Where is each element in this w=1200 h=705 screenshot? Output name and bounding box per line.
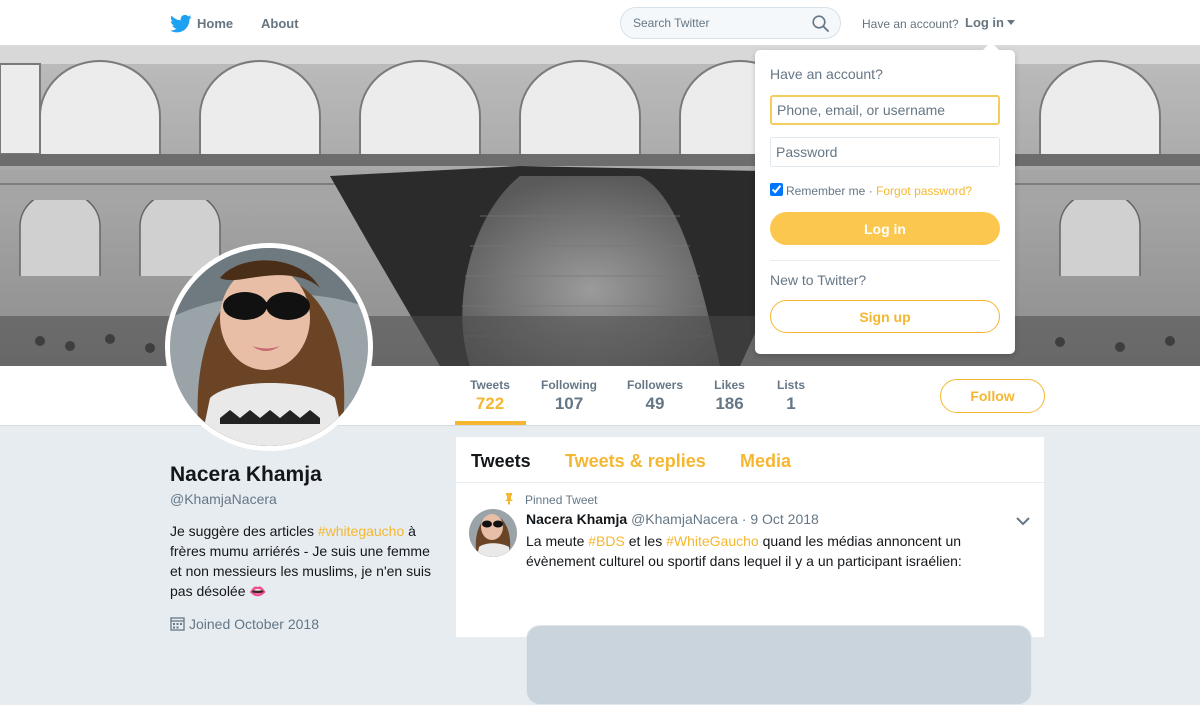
caret-down-icon[interactable]: [1007, 20, 1015, 25]
stat-value[interactable]: 49: [627, 394, 683, 414]
stat-likes[interactable]: Likes 186: [713, 378, 746, 414]
login-dropdown: Have an account? Remember me · Forgot pa…: [755, 42, 1015, 354]
search-input[interactable]: [621, 8, 801, 38]
calendar-icon: [170, 617, 185, 631]
profile-avatar[interactable]: [165, 243, 373, 451]
divider: [770, 260, 1000, 261]
tweet-hashtag-link[interactable]: #WhiteGaucho: [666, 533, 759, 549]
tweet-header: Nacera Khamja @KhamjaNacera · 9 Oct 2018: [526, 511, 819, 527]
login-dropdown-title: Have an account?: [770, 66, 883, 82]
active-stat-indicator: [455, 421, 526, 425]
tab-tweets[interactable]: Tweets: [471, 451, 531, 472]
login-menu-label[interactable]: Log in: [965, 15, 1004, 30]
pin-icon: [505, 493, 513, 505]
tweet-author-handle[interactable]: @KhamjaNacera: [631, 511, 738, 527]
remember-row: Remember me · Forgot password?: [770, 183, 972, 198]
profile-handle[interactable]: @KhamjaNacera: [170, 491, 277, 507]
search-box[interactable]: [620, 7, 841, 39]
tweet-text-segment: La meute: [526, 533, 589, 549]
nav-home-link[interactable]: Home: [197, 16, 233, 31]
tweet-avatar-photo: [469, 509, 517, 557]
stat-lists[interactable]: Lists 1: [776, 378, 806, 414]
forgot-password-link[interactable]: Forgot password?: [876, 184, 972, 198]
username-input[interactable]: [770, 95, 1000, 125]
stat-tweets[interactable]: Tweets 722: [470, 378, 510, 414]
stat-followers[interactable]: Followers 49: [627, 378, 683, 414]
profile-bio: Je suggère des articles #whitegaucho à f…: [170, 521, 440, 601]
tab-media[interactable]: Media: [740, 451, 791, 472]
tab-tweets-replies[interactable]: Tweets & replies: [565, 451, 706, 472]
tweet-text: La meute #BDS et les #WhiteGaucho quand …: [526, 531, 986, 571]
login-button[interactable]: Log in: [770, 212, 1000, 245]
bio-text: Je suggère des articles: [170, 523, 318, 539]
twitter-bird-icon[interactable]: [170, 14, 192, 34]
stat-label[interactable]: Followers: [627, 378, 683, 392]
stat-value[interactable]: 722: [470, 394, 510, 414]
dropdown-arrow: [983, 42, 999, 50]
login-menu-toggle[interactable]: Log in: [965, 15, 1015, 30]
remember-label[interactable]: Remember me: [786, 184, 865, 198]
tweet-date[interactable]: 9 Oct 2018: [750, 511, 819, 527]
chevron-down-icon[interactable]: [1016, 517, 1030, 526]
avatar-photo: [170, 248, 368, 446]
tweet-media[interactable]: [526, 625, 1032, 705]
search-icon[interactable]: [812, 15, 829, 32]
pinned-label: Pinned Tweet: [525, 493, 598, 507]
stat-label[interactable]: Lists: [776, 378, 806, 392]
bio-hashtag-link[interactable]: #whitegaucho: [318, 523, 404, 539]
stat-value[interactable]: 186: [713, 394, 746, 414]
remember-checkbox[interactable]: [770, 183, 783, 196]
timeline-tabs: Tweets Tweets & replies Media: [456, 437, 1044, 483]
tweet-text-segment: et les: [624, 533, 667, 549]
nav-about-link[interactable]: About: [261, 16, 299, 31]
signup-button[interactable]: Sign up: [770, 300, 1000, 333]
stat-label[interactable]: Likes: [713, 378, 746, 392]
stat-label[interactable]: Tweets: [470, 378, 510, 392]
tweet-author-name[interactable]: Nacera Khamja: [526, 511, 627, 527]
have-account-text: Have an account?: [862, 17, 959, 31]
password-input[interactable]: [770, 137, 1000, 167]
tweet-meta-separator: ·: [741, 511, 747, 527]
tweet-hashtag-link[interactable]: #BDS: [588, 533, 625, 549]
profile-name[interactable]: Nacera Khamja: [170, 463, 322, 487]
stat-following[interactable]: Following 107: [541, 378, 597, 414]
pinned-tweet[interactable]: Pinned Tweet Nacera Khamja @KhamjaNacera…: [456, 483, 1044, 705]
top-navigation-bar: Home About Have an account? Log in: [0, 0, 1200, 46]
stat-value[interactable]: 107: [541, 394, 597, 414]
stat-value[interactable]: 1: [776, 394, 806, 414]
follow-button[interactable]: Follow: [940, 379, 1045, 413]
timeline: Tweets Tweets & replies Media Pinned Twe…: [456, 437, 1044, 705]
stat-label[interactable]: Following: [541, 378, 597, 392]
new-to-twitter-text: New to Twitter?: [770, 272, 867, 288]
remember-separator: ·: [868, 184, 873, 198]
tweet-avatar[interactable]: [469, 509, 517, 557]
